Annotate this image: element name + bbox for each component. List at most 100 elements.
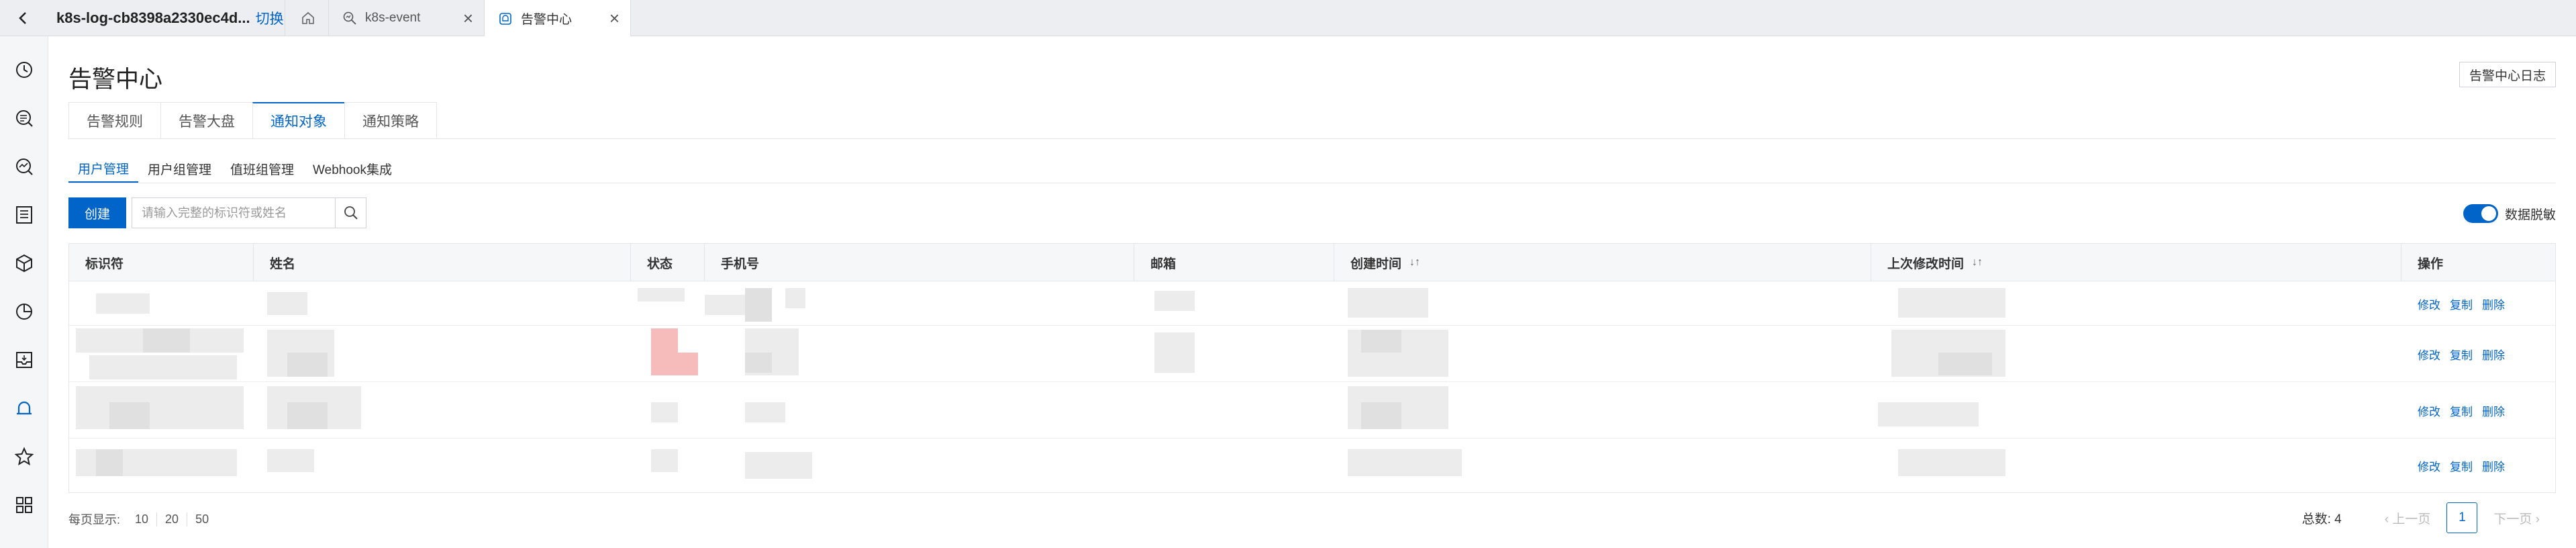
page-size-option-20[interactable]: 20 <box>157 512 188 527</box>
created-time-cell <box>1334 281 1871 326</box>
created-time-cell <box>1334 326 1871 382</box>
delete-link[interactable]: 删除 <box>2482 295 2505 312</box>
sidebar-item-search[interactable] <box>11 105 38 132</box>
phone-cell <box>705 439 1134 492</box>
sidebar-item-pie-chart[interactable] <box>11 298 38 325</box>
sidebar-item-inbox[interactable] <box>11 347 38 373</box>
table-row: 修改 复制 删除 <box>69 382 2555 439</box>
column-header-modified-time[interactable]: 上次修改时间 ↓↑ <box>1871 244 2401 281</box>
tab-label: k8s-event <box>365 11 421 25</box>
users-table: 标识符 姓名 状态 手机号 邮箱 创建时间 ↓↑ 上次修改时间 ↓↑ 操作 修改… <box>68 243 2556 493</box>
column-header-status: 状态 <box>631 244 705 281</box>
status-cell <box>631 382 705 439</box>
actions-cell: 修改 复制 删除 <box>2401 326 2555 382</box>
pagination: 总数: 4 ‹ 上一页 1 下一页 › <box>2302 502 2556 533</box>
close-icon[interactable]: × <box>609 8 620 29</box>
edit-link[interactable]: 修改 <box>2418 346 2440 363</box>
created-time-cell <box>1334 382 1871 439</box>
edit-link[interactable]: 修改 <box>2418 295 2440 312</box>
delete-link[interactable]: 删除 <box>2482 346 2505 363</box>
table-row: 修改 复制 删除 <box>69 281 2555 326</box>
top-tab-bar: k8s-log-cb8398a2330ec4d... 切换 k8s-event … <box>0 0 2576 37</box>
actions-cell: 修改 复制 删除 <box>2401 439 2555 492</box>
cluster-name: k8s-log-cb8398a2330ec4d... <box>56 9 250 26</box>
created-time-cell <box>1334 439 1871 492</box>
status-cell <box>631 326 705 382</box>
sidebar-item-clock[interactable] <box>11 56 38 83</box>
phone-cell <box>705 326 1134 382</box>
page-size-label: 每页显示: <box>68 513 121 527</box>
email-cell <box>1134 439 1334 492</box>
create-button[interactable]: 创建 <box>68 197 126 228</box>
column-header-name: 姓名 <box>254 244 631 281</box>
identifier-cell <box>69 382 254 439</box>
sidebar-item-favorites[interactable] <box>11 443 38 470</box>
modified-time-cell <box>1871 439 2401 492</box>
copy-link[interactable]: 复制 <box>2450 402 2473 419</box>
switch-cluster-link[interactable]: 切换 <box>256 8 284 28</box>
close-icon[interactable]: × <box>463 8 473 29</box>
copy-link[interactable]: 复制 <box>2450 457 2473 474</box>
sort-icon[interactable]: ↓↑ <box>1972 257 1983 269</box>
tab-label: 告警中心 <box>521 13 573 27</box>
sidebar-item-alert[interactable] <box>11 395 38 422</box>
search-chart-icon <box>343 11 356 25</box>
tab-alert-dashboard[interactable]: 告警大盘 <box>160 102 252 139</box>
actions-cell: 修改 复制 删除 <box>2401 281 2555 326</box>
tab-notification-targets[interactable]: 通知对象 <box>252 102 344 139</box>
main-content: 告警中心 告警中心日志 告警规则 告警大盘 通知对象 通知策略 用户管理 用户组… <box>48 36 2576 548</box>
search-box <box>132 197 366 228</box>
home-tab[interactable] <box>287 0 329 36</box>
delete-link[interactable]: 删除 <box>2482 457 2505 474</box>
actions-cell: 修改 复制 删除 <box>2401 382 2555 439</box>
identifier-cell <box>69 281 254 326</box>
email-cell <box>1134 382 1334 439</box>
copy-link[interactable]: 复制 <box>2450 346 2473 363</box>
primary-tabs: 告警规则 告警大盘 通知对象 通知策略 <box>68 102 437 139</box>
tab-webhook-integration[interactable]: Webhook集成 <box>303 154 401 183</box>
sidebar-item-apps[interactable] <box>11 492 38 518</box>
edit-link[interactable]: 修改 <box>2418 402 2440 419</box>
tab-duty-group-management[interactable]: 值班组管理 <box>221 154 303 183</box>
page-size-option-10[interactable]: 10 <box>127 512 158 527</box>
page-size-option-50[interactable]: 50 <box>187 512 217 527</box>
next-page-button[interactable]: 下一页 › <box>2493 509 2540 527</box>
prev-page-button[interactable]: ‹ 上一页 <box>2385 509 2431 527</box>
status-cell <box>631 439 705 492</box>
sidebar-item-cube[interactable] <box>11 250 38 277</box>
cluster-selector: k8s-log-cb8398a2330ec4d... 切换 <box>47 0 285 36</box>
toggle-switch[interactable] <box>2463 204 2498 223</box>
search-button[interactable] <box>335 198 366 228</box>
data-masking-label: 数据脱敏 <box>2504 208 2556 222</box>
page-size-selector: 每页显示: 10 20 50 <box>68 510 217 528</box>
edit-link[interactable]: 修改 <box>2418 457 2440 474</box>
tab-k8s-event[interactable]: k8s-event × <box>329 0 485 36</box>
copy-link[interactable]: 复制 <box>2450 295 2473 312</box>
search-list-icon <box>16 110 33 127</box>
search-chart-icon <box>16 158 33 175</box>
column-header-identifier: 标识符 <box>69 244 254 281</box>
modified-time-cell <box>1871 382 2401 439</box>
alert-center-log-button[interactable]: 告警中心日志 <box>2459 62 2556 87</box>
tab-notification-policies[interactable]: 通知策略 <box>344 102 437 139</box>
bell-icon <box>17 401 32 415</box>
tab-alert-center[interactable]: 告警中心 × <box>485 0 631 37</box>
tab-user-group-management[interactable]: 用户组管理 <box>138 154 221 183</box>
sidebar-item-search-chart[interactable] <box>11 153 38 180</box>
column-header-created-time[interactable]: 创建时间 ↓↑ <box>1334 244 1871 281</box>
back-button[interactable] <box>0 0 47 36</box>
page-button-current[interactable]: 1 <box>2446 502 2478 533</box>
sidebar-item-list[interactable] <box>11 201 38 228</box>
tab-alert-rules[interactable]: 告警规则 <box>68 102 160 139</box>
data-masking-toggle[interactable]: 数据脱敏 <box>2463 204 2556 223</box>
chevron-left-icon <box>19 12 26 24</box>
apps-icon <box>16 497 32 513</box>
name-cell <box>254 326 631 382</box>
delete-link[interactable]: 删除 <box>2482 402 2505 419</box>
sort-icon[interactable]: ↓↑ <box>1409 257 1420 269</box>
sidebar <box>0 36 48 548</box>
search-input[interactable] <box>132 198 335 228</box>
tab-user-management[interactable]: 用户管理 <box>68 154 139 183</box>
total-count: 总数: 4 <box>2301 512 2342 527</box>
list-icon <box>16 206 32 224</box>
